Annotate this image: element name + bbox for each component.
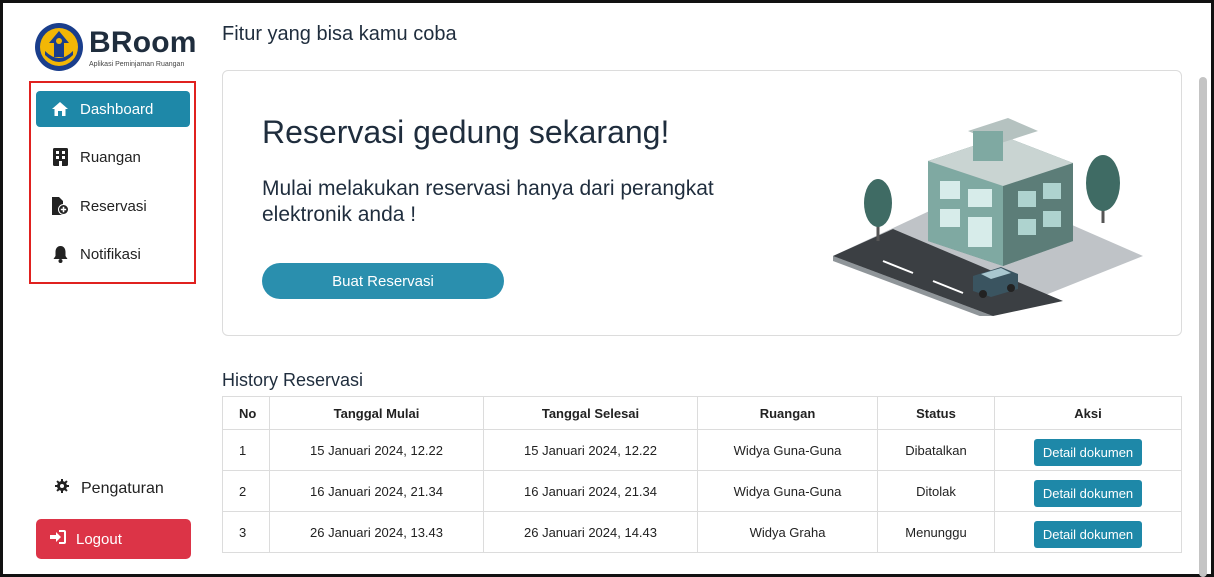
brand-name: BRoom — [89, 25, 197, 59]
table-row: 3 26 Januari 2024, 13.43 26 Januari 2024… — [222, 511, 1182, 553]
page-title: Fitur yang bisa kamu coba — [222, 23, 457, 45]
cell-status: Menunggu — [877, 511, 995, 553]
logout-label: Logout — [76, 530, 122, 548]
table-row: 1 15 Januari 2024, 12.22 15 Januari 2024… — [222, 429, 1182, 471]
sidebar-item-reservasi[interactable]: Reservasi — [36, 188, 190, 224]
cell-no: 3 — [222, 511, 270, 553]
building-illustration — [833, 118, 1143, 316]
sidebar-item-dashboard[interactable]: Dashboard — [36, 91, 190, 127]
cell-end-date: 16 Januari 2024, 21.34 — [483, 470, 698, 512]
cell-start-date: 16 Januari 2024, 21.34 — [269, 470, 484, 512]
cell-no: 1 — [222, 429, 270, 471]
settings-label: Pengaturan — [81, 479, 164, 497]
table-row: 2 16 Januari 2024, 21.34 16 Januari 2024… — [222, 470, 1182, 512]
hero-title: Reservasi gedung sekarang! — [262, 114, 670, 150]
cell-room: Widya Guna-Guna — [697, 429, 878, 471]
brand-subtitle: Aplikasi Peminjaman Ruangan — [89, 60, 185, 68]
column-header: Aksi — [994, 396, 1182, 430]
cell-start-date: 15 Januari 2024, 12.22 — [269, 429, 484, 471]
sidebar-item-notifikasi[interactable]: Notifikasi — [36, 236, 190, 272]
cell-action: Detail dokumen — [994, 429, 1182, 471]
logout-icon — [50, 530, 66, 548]
column-header: Status — [877, 396, 995, 430]
brand-logo[interactable]: BRoom Aplikasi Peminjaman Ruangan — [33, 21, 197, 73]
cell-start-date: 26 Januari 2024, 13.43 — [269, 511, 484, 553]
detail-document-button[interactable]: Detail dokumen — [1033, 520, 1143, 548]
bell-icon — [51, 245, 69, 263]
column-header: Tanggal Selesai — [483, 396, 698, 430]
detail-document-button[interactable]: Detail dokumen — [1033, 479, 1143, 507]
cell-action: Detail dokumen — [994, 511, 1182, 553]
sidebar-item-label: Notifikasi — [80, 245, 141, 263]
sidebar-item-ruangan[interactable]: Ruangan — [36, 139, 190, 175]
cell-end-date: 15 Januari 2024, 12.22 — [483, 429, 698, 471]
building-icon — [51, 148, 69, 166]
gear-icon — [55, 479, 69, 498]
logout-button[interactable]: Logout — [36, 519, 191, 559]
table-header-row: No Tanggal Mulai Tanggal Selesai Ruangan… — [222, 396, 1182, 430]
column-header: Ruangan — [697, 396, 878, 430]
cell-status: Ditolak — [877, 470, 995, 512]
history-title: History Reservasi — [222, 370, 364, 390]
app-window: BRoom Aplikasi Peminjaman Ruangan Dashbo… — [0, 0, 1214, 577]
cell-no: 2 — [222, 470, 270, 512]
hero-description: Mulai melakukan reservasi hanya dari per… — [262, 177, 714, 226]
home-icon — [51, 100, 69, 118]
sidebar-item-label: Reservasi — [80, 197, 147, 215]
cell-action: Detail dokumen — [994, 470, 1182, 512]
vertical-scrollbar[interactable] — [1199, 77, 1207, 577]
history-table: No Tanggal Mulai Tanggal Selesai Ruangan… — [222, 396, 1182, 553]
detail-document-button[interactable]: Detail dokumen — [1033, 438, 1143, 466]
sidebar-item-label: Ruangan — [80, 148, 141, 166]
column-header: No — [222, 396, 270, 430]
sidebar-item-label: Dashboard — [80, 100, 154, 118]
create-reservation-button[interactable]: Buat Reservasi — [262, 263, 504, 299]
settings-link[interactable]: Pengaturan — [55, 479, 164, 498]
column-header: Tanggal Mulai — [269, 396, 484, 430]
cell-room: Widya Graha — [697, 511, 878, 553]
cell-status: Dibatalkan — [877, 429, 995, 471]
brand-emblem-icon — [35, 23, 83, 71]
hero-card: Reservasi gedung sekarang! Mulai melakuk… — [222, 70, 1182, 336]
file-plus-icon — [51, 197, 69, 215]
cell-end-date: 26 Januari 2024, 14.43 — [483, 511, 698, 553]
cell-room: Widya Guna-Guna — [697, 470, 878, 512]
